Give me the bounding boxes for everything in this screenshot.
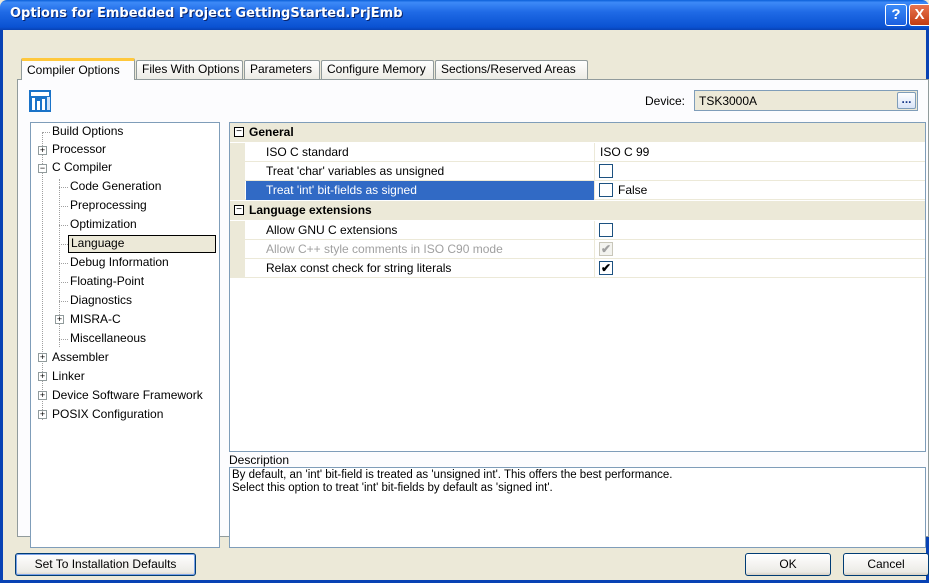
- cpp-comments-checkbox: ✔: [599, 242, 613, 256]
- property-value: ✔: [596, 240, 925, 259]
- options-tree[interactable]: Build Options + Processor − C Compiler C…: [30, 122, 220, 548]
- close-button[interactable]: X: [909, 4, 929, 26]
- expand-icon[interactable]: +: [38, 391, 47, 400]
- settings-app-icon: [29, 90, 51, 112]
- property-value[interactable]: [596, 162, 925, 181]
- row-gutter: [230, 143, 245, 162]
- property-name: Treat 'int' bit-fields as signed: [246, 181, 595, 200]
- tree-item-c-compiler[interactable]: C Compiler: [50, 159, 114, 177]
- property-row-int-bitfields-signed[interactable]: Treat 'int' bit-fields as signed False: [230, 181, 925, 200]
- tree-line: [59, 263, 68, 264]
- help-icon: ?: [891, 6, 901, 23]
- title-bar[interactable]: Options for Embedded Project GettingStar…: [0, 0, 929, 30]
- property-row-char-unsigned[interactable]: Treat 'char' variables as unsigned: [230, 162, 925, 181]
- tree-item-misra-c[interactable]: MISRA-C: [68, 311, 123, 329]
- char-unsigned-checkbox[interactable]: [599, 164, 613, 178]
- collapse-icon[interactable]: −: [234, 205, 244, 215]
- tree-line: [42, 132, 50, 133]
- tab-configure-memory[interactable]: Configure Memory: [321, 60, 434, 79]
- tree-item-floating-point[interactable]: Floating-Point: [68, 273, 146, 291]
- tree-item-assembler[interactable]: Assembler: [50, 349, 111, 367]
- tree-item-code-generation[interactable]: Code Generation: [68, 178, 163, 196]
- tree-item-debug-information[interactable]: Debug Information: [68, 254, 171, 272]
- window-title: Options for Embedded Project GettingStar…: [10, 6, 403, 21]
- help-button[interactable]: ?: [885, 4, 907, 26]
- property-name: Allow C++ style comments in ISO C90 mode: [246, 240, 595, 259]
- tree-line: [59, 206, 68, 207]
- property-row-cpp-comments: Allow C++ style comments in ISO C90 mode…: [230, 240, 925, 259]
- property-value[interactable]: [596, 221, 925, 240]
- row-gutter: [230, 162, 245, 181]
- tree-item-linker[interactable]: Linker: [50, 368, 87, 386]
- property-row-relax-const-check[interactable]: Relax const check for string literals ✔: [230, 259, 925, 278]
- category-language-extensions[interactable]: − Language extensions: [230, 201, 925, 220]
- description-line: Select this option to treat 'int' bit-fi…: [232, 482, 553, 494]
- checkbox-value-text: False: [618, 183, 648, 197]
- tree-item-miscellaneous[interactable]: Miscellaneous: [68, 330, 148, 348]
- property-grid[interactable]: − General ISO C standard ISO C 99 Treat …: [229, 122, 926, 452]
- expand-icon[interactable]: +: [38, 410, 47, 419]
- category-general[interactable]: − General: [230, 123, 925, 142]
- tree-line: [59, 301, 68, 302]
- tree-item-posix-configuration[interactable]: POSIX Configuration: [50, 406, 165, 424]
- device-browse-button[interactable]: ...: [897, 92, 916, 109]
- tab-files-with-options[interactable]: Files With Options: [136, 60, 243, 79]
- row-gutter: [230, 181, 245, 200]
- tree-item-language[interactable]: Language: [68, 235, 216, 253]
- property-value[interactable]: ISO C 99: [596, 143, 925, 162]
- tab-compiler-options[interactable]: Compiler Options: [21, 58, 135, 80]
- expand-icon[interactable]: +: [55, 315, 64, 324]
- expand-icon[interactable]: +: [38, 372, 47, 381]
- tree-item-diagnostics[interactable]: Diagnostics: [68, 292, 134, 310]
- category-label: General: [249, 125, 294, 139]
- tree-line: [59, 282, 68, 283]
- close-icon: X: [914, 6, 925, 23]
- category-label: Language extensions: [249, 203, 372, 217]
- tree-item-optimization[interactable]: Optimization: [68, 216, 139, 234]
- property-row-iso-c-standard[interactable]: ISO C standard ISO C 99: [230, 143, 925, 162]
- relax-const-check-checkbox[interactable]: ✔: [599, 261, 613, 275]
- tab-parameters[interactable]: Parameters: [244, 60, 320, 79]
- cancel-button[interactable]: Cancel: [843, 553, 929, 576]
- description-box: By default, an 'int' bit-field is treate…: [229, 467, 926, 548]
- device-field[interactable]: TSK3000A ...: [694, 90, 918, 111]
- property-value[interactable]: False: [596, 181, 925, 200]
- collapse-icon[interactable]: −: [38, 164, 47, 173]
- ok-button[interactable]: OK: [745, 553, 831, 576]
- tree-item-processor[interactable]: Processor: [50, 141, 108, 159]
- tree-item-preprocessing[interactable]: Preprocessing: [68, 197, 149, 215]
- dialog-body: Compiler Options Files With Options Para…: [0, 30, 929, 583]
- tree-line: [59, 187, 68, 188]
- compiler-options-panel: Device: TSK3000A ... Build Options + Pro…: [17, 79, 929, 548]
- device-label: Device:: [645, 94, 686, 108]
- set-installation-defaults-button[interactable]: Set To Installation Defaults: [15, 553, 196, 576]
- property-name: Treat 'char' variables as unsigned: [246, 162, 595, 181]
- expand-icon[interactable]: +: [38, 146, 47, 155]
- tree-item-build-options[interactable]: Build Options: [50, 123, 125, 141]
- description-title: Description: [229, 453, 290, 467]
- property-name: Relax const check for string literals: [246, 259, 595, 278]
- tab-sections-reserved-areas[interactable]: Sections/Reserved Areas: [435, 60, 588, 79]
- tree-line: [59, 244, 68, 245]
- expand-icon[interactable]: +: [38, 353, 47, 362]
- row-gutter: [230, 221, 245, 240]
- int-bitfields-signed-checkbox[interactable]: [599, 183, 613, 197]
- tree-line: [59, 225, 68, 226]
- property-name: ISO C standard: [246, 143, 595, 162]
- description-line: By default, an 'int' bit-field is treate…: [232, 469, 673, 481]
- tree-item-device-software-framework[interactable]: Device Software Framework: [50, 387, 205, 405]
- property-row-gnu-c-extensions[interactable]: Allow GNU C extensions: [230, 221, 925, 240]
- property-name: Allow GNU C extensions: [246, 221, 595, 240]
- row-gutter: [230, 259, 245, 278]
- tree-line: [59, 339, 68, 340]
- gnu-c-extensions-checkbox[interactable]: [599, 223, 613, 237]
- row-gutter: [230, 240, 245, 259]
- device-value: TSK3000A: [699, 94, 758, 108]
- collapse-icon[interactable]: −: [234, 127, 244, 137]
- property-value[interactable]: ✔: [596, 259, 925, 278]
